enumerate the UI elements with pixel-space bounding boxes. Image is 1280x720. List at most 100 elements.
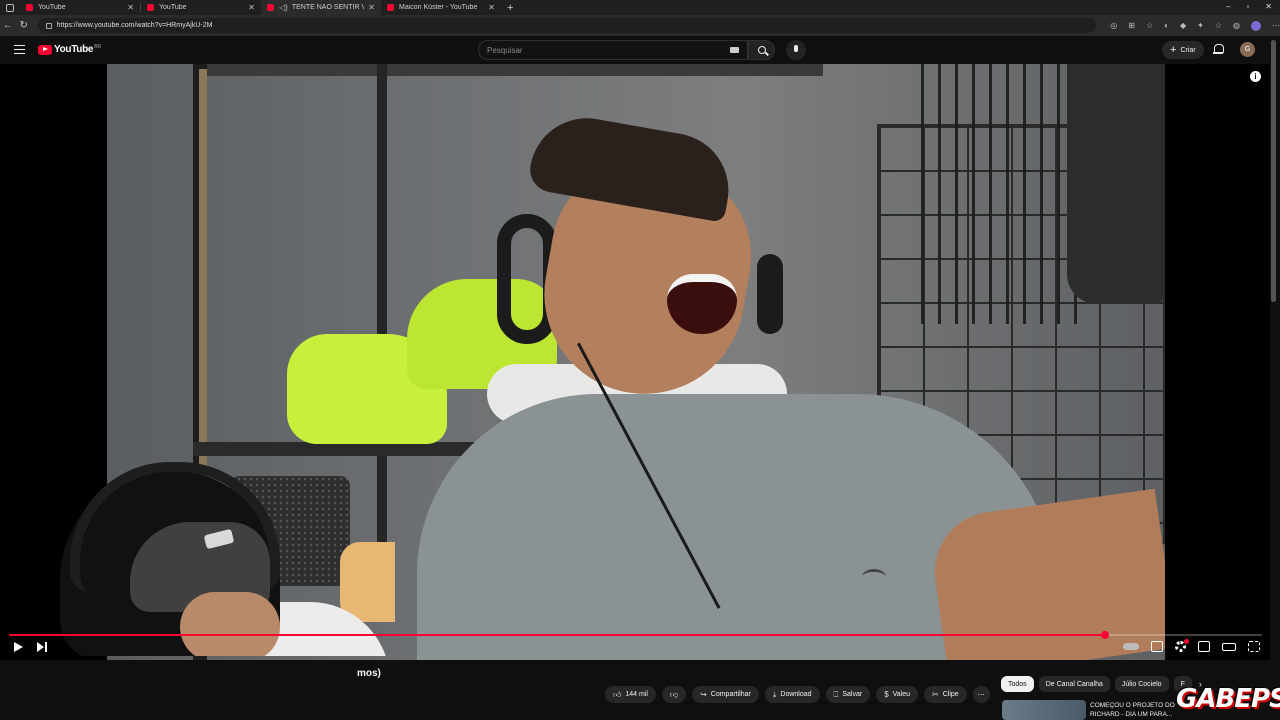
chip-channel[interactable]: De Canal Canalha bbox=[1038, 676, 1110, 692]
share-label: Compartilhar bbox=[710, 691, 751, 698]
browser-menu-icon[interactable]: ⋯ bbox=[1272, 21, 1280, 31]
shelf bbox=[193, 64, 823, 76]
close-tab-icon[interactable]: ✕ bbox=[368, 3, 375, 12]
clip-button[interactable]: ✂ Clipe bbox=[924, 686, 967, 703]
info-icon[interactable]: i bbox=[1250, 71, 1261, 82]
search-placeholder: Pesquisar bbox=[487, 46, 523, 55]
next-icon[interactable] bbox=[37, 642, 49, 652]
tab-title: Maicon Küster - YouTube bbox=[399, 4, 478, 11]
extension-icon[interactable]: ◐ bbox=[1164, 21, 1169, 31]
youtube-favicon-icon bbox=[147, 4, 154, 11]
browser-tab-active[interactable]: ◁) TENTE NÃO SENTIR VERGO... ✕ bbox=[261, 0, 381, 15]
pillow bbox=[340, 542, 395, 622]
search-icon bbox=[758, 46, 766, 54]
youtube-logo-icon bbox=[38, 44, 52, 55]
url-text: https://www.youtube.com/watch?v=HRmyAjkU… bbox=[56, 22, 213, 29]
thanks-button[interactable]: $ Valeu bbox=[876, 686, 919, 703]
extensions-area: ◎ ⊞ ☆ ◐ ◆ ✦ ☆ ◍ ⋯ bbox=[1110, 20, 1280, 31]
fullscreen-icon[interactable] bbox=[1248, 641, 1260, 652]
extensions-puzzle-icon[interactable]: ✦ bbox=[1197, 21, 1204, 31]
progress-fill bbox=[9, 634, 1106, 636]
recommended-video-thumbnail[interactable] bbox=[1002, 700, 1086, 720]
browser-profile-avatar[interactable] bbox=[1251, 20, 1261, 31]
search-input[interactable]: Pesquisar bbox=[478, 40, 748, 60]
chip-channel[interactable]: Júlio Cocielo bbox=[1114, 676, 1169, 692]
extension-icon[interactable]: ◆ bbox=[1180, 21, 1186, 31]
thumbs-up-icon: 👍︎ bbox=[613, 689, 622, 699]
miniplayer-icon[interactable] bbox=[1198, 641, 1210, 652]
progress-bar[interactable] bbox=[9, 631, 1262, 639]
window-controls: – ▫ ✕ bbox=[1226, 2, 1272, 11]
page-scrollbar[interactable] bbox=[1271, 40, 1276, 302]
browser-tab[interactable]: YouTube ✕ bbox=[20, 0, 140, 15]
webcam-overlay bbox=[0, 462, 395, 656]
dislike-button[interactable]: 👎︎ bbox=[661, 686, 687, 703]
save-label: Salvar bbox=[842, 691, 863, 698]
search-button[interactable] bbox=[748, 40, 775, 60]
more-actions-button[interactable]: ⋯ bbox=[972, 686, 990, 703]
subtitles-icon[interactable] bbox=[1151, 641, 1163, 652]
create-button[interactable]: + Criar bbox=[1162, 41, 1204, 59]
menu-icon[interactable] bbox=[14, 45, 25, 54]
youtube-favicon-icon bbox=[26, 4, 33, 11]
video-details: mos) 👍︎ 144 mil 👎︎ ↪ Compartilhar ⤓ Down… bbox=[0, 660, 1280, 720]
autoplay-toggle[interactable] bbox=[1123, 643, 1139, 650]
youtube-logo[interactable]: YouTube BR bbox=[38, 44, 101, 55]
browser-menu-icon[interactable] bbox=[6, 3, 14, 12]
settings-gear-icon[interactable] bbox=[1175, 639, 1189, 652]
save-button[interactable]: ⎕ Salvar bbox=[825, 686, 871, 703]
maximize-icon[interactable]: ▫ bbox=[1246, 2, 1249, 11]
browser-toolbar: ← ↻ https://www.youtube.com/watch?v=HRmy… bbox=[0, 15, 1280, 36]
close-tab-icon[interactable]: ✕ bbox=[248, 3, 255, 12]
like-button[interactable]: 👍︎ 144 mil bbox=[605, 686, 656, 703]
streamer-face bbox=[180, 592, 280, 656]
recommended-video-title[interactable]: COMEÇOU O PROJETO DO RICHARD - DIA UM PA… bbox=[1090, 701, 1180, 720]
browser-tab[interactable]: Maicon Küster - YouTube ✕ bbox=[381, 0, 501, 15]
create-label: Criar bbox=[1180, 46, 1196, 54]
download-button[interactable]: ⤓ Download bbox=[764, 686, 820, 703]
like-count: 144 mil bbox=[625, 691, 648, 698]
hanging-shirt bbox=[1067, 64, 1165, 304]
close-tab-icon[interactable]: ✕ bbox=[488, 3, 495, 12]
plus-icon: + bbox=[1170, 44, 1177, 56]
share-button[interactable]: ↪ Compartilhar bbox=[692, 686, 759, 703]
address-bar[interactable]: https://www.youtube.com/watch?v=HRmyAjkU… bbox=[37, 18, 1097, 33]
site-info-icon[interactable] bbox=[45, 22, 52, 29]
minimize-icon[interactable]: – bbox=[1226, 2, 1230, 11]
youtube-favicon-icon bbox=[267, 4, 274, 11]
close-tab-icon[interactable]: ✕ bbox=[127, 3, 134, 12]
play-icon[interactable] bbox=[14, 642, 23, 652]
translate-icon[interactable]: ◎ bbox=[1110, 21, 1117, 31]
player-controls-right bbox=[1123, 639, 1260, 652]
back-icon[interactable]: ← bbox=[0, 20, 16, 31]
youtube-favicon-icon bbox=[387, 4, 394, 11]
clip-label: Clipe bbox=[942, 691, 959, 698]
tab-title: TENTE NÃO SENTIR VERGO... bbox=[291, 4, 365, 11]
player-controls-left bbox=[14, 642, 49, 652]
theater-mode-icon[interactable] bbox=[1222, 642, 1236, 651]
download-label: Download bbox=[780, 691, 812, 698]
youtube-header: YouTube BR Pesquisar + Criar G bbox=[0, 36, 1280, 64]
favorites-icon[interactable]: ☆ bbox=[1215, 21, 1222, 31]
tab-title: YouTube bbox=[38, 4, 66, 11]
voice-search-button[interactable] bbox=[786, 40, 806, 60]
install-app-icon[interactable]: ⊞ bbox=[1128, 21, 1135, 31]
share-icon: ↪ bbox=[700, 690, 707, 699]
close-window-icon[interactable]: ✕ bbox=[1265, 2, 1272, 11]
recommendation-chips: Todos De Canal Canalha Júlio Cocielo F › bbox=[1001, 676, 1202, 692]
profile-icon[interactable]: ◍ bbox=[1233, 21, 1240, 31]
chip-all[interactable]: Todos bbox=[1001, 676, 1034, 692]
notifications-bell-icon[interactable] bbox=[1213, 44, 1224, 55]
keyboard-icon[interactable] bbox=[730, 47, 739, 53]
bookmark-icon: ⎕ bbox=[833, 689, 839, 699]
new-tab-button[interactable]: + bbox=[501, 2, 519, 14]
person-hair bbox=[526, 109, 738, 223]
bookmark-star-icon[interactable]: ☆ bbox=[1146, 21, 1153, 31]
user-avatar[interactable]: G bbox=[1240, 42, 1255, 57]
tab-title: YouTube bbox=[159, 4, 187, 11]
reload-icon[interactable]: ↻ bbox=[16, 20, 32, 31]
streamer-watermark: GABEPS bbox=[1176, 684, 1280, 714]
speaker-icon[interactable]: ◁) bbox=[279, 3, 288, 12]
browser-tab[interactable]: YouTube ✕ bbox=[141, 0, 261, 15]
scissors-icon: ✂ bbox=[932, 690, 939, 699]
